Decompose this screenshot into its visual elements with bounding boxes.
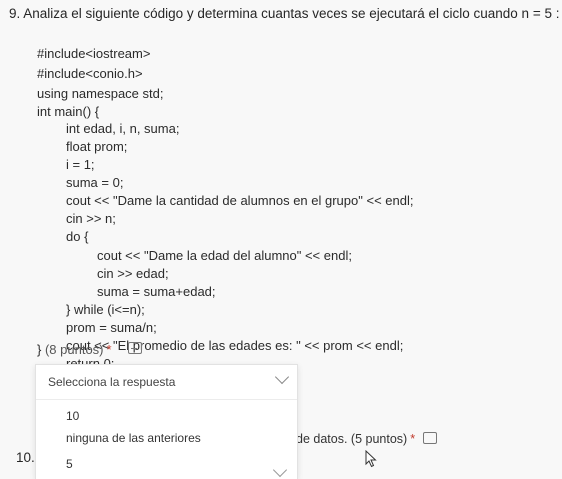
code-line: int main() { (37, 104, 100, 119)
image-icon[interactable] (128, 342, 142, 354)
code-line: #include<conio.h> (37, 66, 143, 81)
code-line: } while (i<=n); (66, 302, 145, 317)
code-line: int edad, i, n, suma; (66, 121, 180, 136)
dropdown-option[interactable]: ninguna de las anteriores (36, 427, 297, 451)
code-line: prom = suma/n; (66, 320, 157, 335)
code-line: cout << "Dame la edad del alumno" << end… (97, 248, 352, 263)
code-line: float prom; (66, 139, 128, 154)
question-10-title-fragment: de datos. (5 puntos) * (296, 432, 416, 446)
code-line: using namespace std; (37, 86, 164, 101)
code-line: suma = suma+edad; (97, 284, 216, 299)
dropdown-option[interactable]: 10 (36, 405, 297, 429)
code-line: cin >> n; (66, 211, 116, 226)
code-line: cout << "El promedio de las edades es: "… (66, 338, 404, 353)
code-line: #include<iostream> (37, 46, 151, 61)
chevron-down-icon[interactable] (274, 369, 290, 385)
points-label: (8 puntos) (44, 342, 104, 357)
dropdown-option[interactable]: 5 (36, 453, 297, 477)
mouse-cursor-icon (365, 450, 377, 468)
code-line: cin >> edad; (97, 266, 169, 281)
code-line: suma = 0; (66, 175, 124, 190)
question-10-number: 10. (16, 450, 35, 465)
code-line: do { (66, 229, 89, 244)
code-closing-line: } (8 puntos) * (37, 342, 112, 357)
dropdown-placeholder: Selecciona la respuesta (48, 375, 176, 389)
code-line: i = 1; (66, 157, 95, 172)
dropdown-header[interactable]: Selecciona la respuesta (36, 365, 297, 400)
image-icon[interactable] (423, 432, 437, 444)
required-mark: * (106, 342, 112, 357)
code-line: cout << "Dame la cantidad de alumnos en … (66, 193, 414, 208)
code-line: } (37, 342, 42, 357)
question-9-title: 9. Analiza el siguiente código y determi… (9, 6, 560, 21)
answer-dropdown[interactable]: Selecciona la respuesta 10 ninguna de la… (35, 364, 298, 479)
